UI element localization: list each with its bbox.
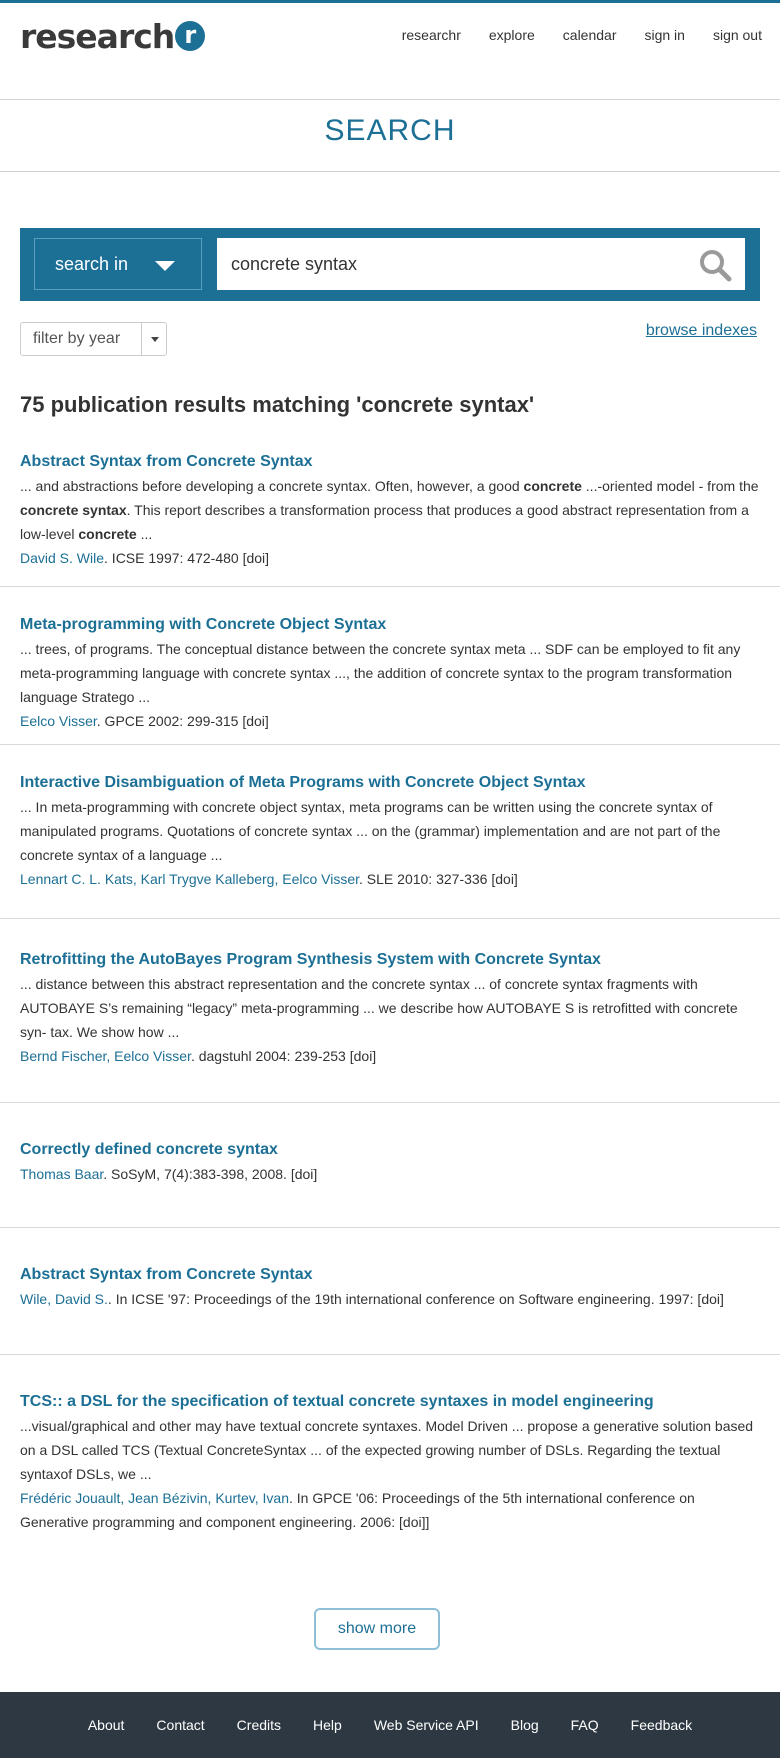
nav-calendar[interactable]: calendar bbox=[563, 27, 617, 43]
result-authors-link[interactable]: Eelco Visser bbox=[20, 713, 97, 729]
footer-api-link[interactable]: Web Service API bbox=[374, 1717, 479, 1733]
nav-explore[interactable]: explore bbox=[489, 27, 535, 43]
filter-by-year-label: filter by year bbox=[21, 323, 142, 355]
result-authors-link[interactable]: Bernd Fischer, Eelco Visser bbox=[20, 1048, 191, 1064]
result-title-link[interactable]: Meta-programming with Concrete Object Sy… bbox=[20, 613, 760, 637]
logo-text: research bbox=[20, 16, 175, 56]
result-venue: . SoSyM, 7(4):383-398, 2008. [doi] bbox=[103, 1166, 318, 1182]
result-venue: . In ICSE '97: Proceedings of the 19th i… bbox=[107, 1291, 724, 1307]
search-scope-label: search in bbox=[55, 254, 129, 274]
result-venue: . dagstuhl 2004: 239-253 [doi] bbox=[190, 1048, 377, 1064]
snippet-text: ... In meta-programming with concrete ob… bbox=[20, 799, 721, 863]
result-title-link[interactable]: Abstract Syntax from Concrete Syntax bbox=[20, 1263, 760, 1287]
snippet-text: ... distance between this abstract repre… bbox=[20, 976, 738, 1040]
footer-credits-link[interactable]: Credits bbox=[237, 1717, 281, 1733]
snippet-highlight: concrete syntax bbox=[20, 502, 127, 518]
main-nav: researchr explore calendar sign in sign … bbox=[402, 27, 762, 43]
result-snippet: ... distance between this abstract repre… bbox=[20, 972, 760, 1044]
result-meta: Lennart C. L. Kats, Karl Trygve Kalleber… bbox=[20, 867, 760, 891]
caret-down-icon[interactable] bbox=[142, 323, 166, 355]
result-snippet: ... and abstractions before developing a… bbox=[20, 474, 760, 546]
footer-blog-link[interactable]: Blog bbox=[511, 1717, 539, 1733]
result-meta: David S. Wile. ICSE 1997: 472-480 [doi] bbox=[20, 546, 760, 570]
footer-contact-link[interactable]: Contact bbox=[156, 1717, 204, 1733]
result-authors-link[interactable]: Frédéric Jouault, Jean Bézivin, Kurtev, … bbox=[20, 1490, 289, 1506]
result-item: Retrofitting the AutoBayes Program Synth… bbox=[0, 948, 780, 1103]
result-meta: Thomas Baar. SoSyM, 7(4):383-398, 2008. … bbox=[20, 1162, 760, 1186]
result-meta: Wile, David S.. In ICSE '97: Proceedings… bbox=[20, 1287, 760, 1311]
page-title: SEARCH bbox=[324, 114, 456, 147]
show-more-button[interactable]: show more bbox=[314, 1608, 440, 1650]
result-authors-link[interactable]: Lennart C. L. Kats, Karl Trygve Kalleber… bbox=[20, 871, 359, 887]
snippet-text: ...-oriented model - from the bbox=[581, 478, 759, 494]
result-authors-link[interactable]: Wile, David S. bbox=[20, 1291, 108, 1307]
search-icon[interactable] bbox=[698, 248, 732, 282]
snippet-highlight: concrete bbox=[78, 526, 137, 542]
result-item: Abstract Syntax from Concrete Syntax ...… bbox=[0, 450, 780, 587]
result-snippet: ... In meta-programming with concrete ob… bbox=[20, 795, 760, 867]
result-title-link[interactable]: TCS:: a DSL for the specification of tex… bbox=[20, 1390, 760, 1414]
result-venue: . SLE 2010: 327-336 [doi] bbox=[359, 871, 518, 887]
search-scope-dropdown[interactable]: search in bbox=[34, 238, 202, 290]
footer-feedback-link[interactable]: Feedback bbox=[631, 1717, 692, 1733]
result-meta: Frédéric Jouault, Jean Bézivin, Kurtev, … bbox=[20, 1486, 760, 1534]
result-authors-link[interactable]: David S. Wile bbox=[20, 550, 104, 566]
result-item: Meta-programming with Concrete Object Sy… bbox=[0, 613, 780, 745]
page-header: SEARCH bbox=[0, 100, 780, 172]
footer-about-link[interactable]: About bbox=[88, 1717, 125, 1733]
logo-r-badge: r bbox=[175, 21, 206, 51]
result-title-link[interactable]: Retrofitting the AutoBayes Program Synth… bbox=[20, 948, 760, 972]
snippet-text: ...visual/graphical and other may have t… bbox=[20, 1418, 754, 1482]
snippet-text: ... and abstractions before developing a… bbox=[20, 478, 524, 494]
search-bar: search in bbox=[20, 228, 760, 301]
result-snippet: ...visual/graphical and other may have t… bbox=[20, 1414, 760, 1486]
result-snippet: ... trees, of programs. The conceptual d… bbox=[20, 637, 760, 709]
filter-by-year-dropdown[interactable]: filter by year bbox=[20, 322, 167, 356]
result-item: Correctly defined concrete syntax Thomas… bbox=[0, 1138, 780, 1228]
snippet-text: ... trees, of programs. The conceptual d… bbox=[20, 641, 741, 705]
snippet-highlight: concrete bbox=[523, 478, 582, 494]
snippet-text: ... bbox=[136, 526, 153, 542]
nav-sign-in[interactable]: sign in bbox=[644, 27, 684, 43]
results-heading: 75 publication results matching 'concret… bbox=[20, 392, 535, 417]
result-title-link[interactable]: Interactive Disambiguation of Meta Progr… bbox=[20, 771, 760, 795]
result-title-link[interactable]: Abstract Syntax from Concrete Syntax bbox=[20, 450, 760, 474]
top-navbar: research r researchr explore calendar si… bbox=[0, 0, 780, 100]
browse-indexes-link[interactable]: browse indexes bbox=[646, 322, 757, 340]
result-title-link[interactable]: Correctly defined concrete syntax bbox=[20, 1138, 760, 1162]
result-meta: Bernd Fischer, Eelco Visser. dagstuhl 20… bbox=[20, 1044, 760, 1068]
result-venue: . ICSE 1997: 472-480 [doi] bbox=[104, 550, 270, 566]
nav-researchr[interactable]: researchr bbox=[402, 27, 461, 43]
nav-sign-out[interactable]: sign out bbox=[713, 27, 762, 43]
result-authors-link[interactable]: Thomas Baar bbox=[20, 1166, 103, 1182]
search-input[interactable] bbox=[217, 238, 745, 290]
result-meta: Eelco Visser. GPCE 2002: 299-315 [doi] bbox=[20, 709, 760, 733]
result-item: TCS:: a DSL for the specification of tex… bbox=[0, 1390, 780, 1540]
caret-down-icon bbox=[155, 261, 175, 271]
result-item: Abstract Syntax from Concrete Syntax Wil… bbox=[0, 1263, 780, 1355]
researchr-logo[interactable]: research r bbox=[20, 16, 206, 56]
footer-help-link[interactable]: Help bbox=[313, 1717, 342, 1733]
result-venue: . GPCE 2002: 299-315 [doi] bbox=[96, 713, 269, 729]
result-item: Interactive Disambiguation of Meta Progr… bbox=[0, 771, 780, 919]
footer: About Contact Credits Help Web Service A… bbox=[0, 1692, 780, 1758]
footer-faq-link[interactable]: FAQ bbox=[571, 1717, 599, 1733]
